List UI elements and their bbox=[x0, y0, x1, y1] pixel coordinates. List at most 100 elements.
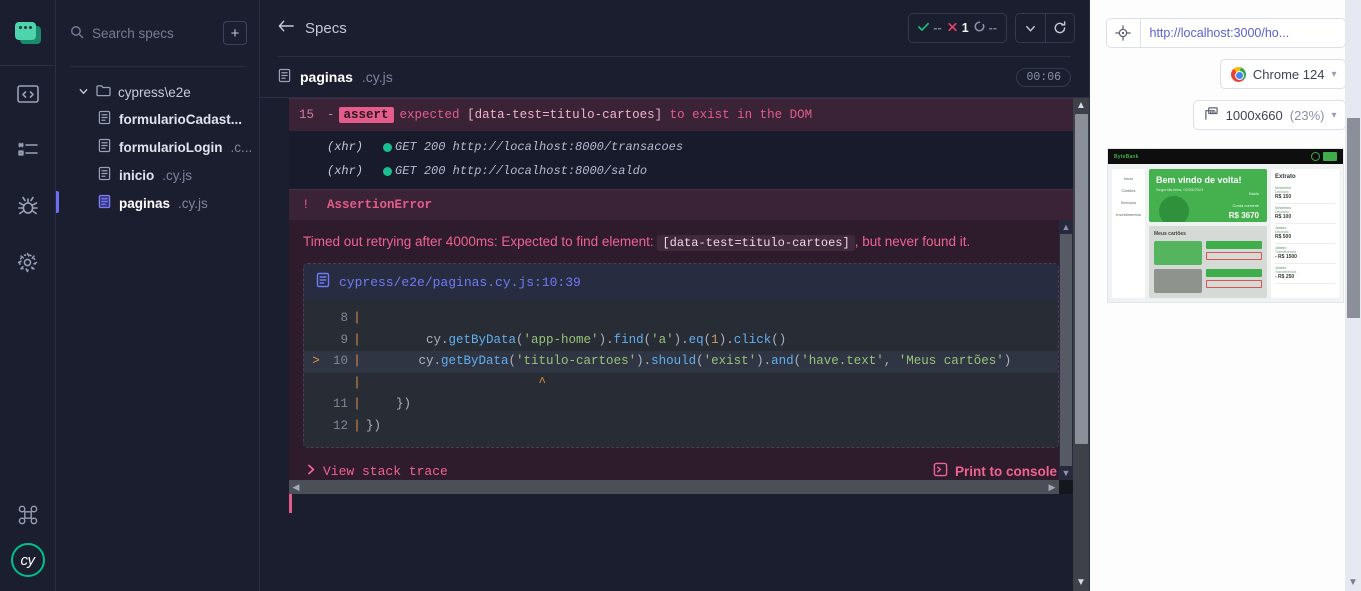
spec-item-ext: .cy.js bbox=[178, 195, 208, 211]
xhr-url: http://localhost:8000/saldo bbox=[452, 164, 648, 178]
preview-vertical-scrollbar[interactable]: ▼ bbox=[1345, 0, 1361, 591]
browser-preview-icon[interactable] bbox=[0, 66, 56, 122]
preview-configure-button[interactable] bbox=[1206, 241, 1262, 249]
scroll-up-arrow-icon[interactable]: ▲ bbox=[1062, 220, 1071, 234]
runner-vertical-scrollbar[interactable]: ▲ ▼ bbox=[1073, 98, 1089, 591]
scroll-down-arrow-icon[interactable]: ▼ bbox=[1076, 575, 1086, 591]
check-icon bbox=[918, 21, 930, 35]
settings-gear-icon[interactable] bbox=[0, 234, 56, 290]
preview-statement-row: Janeiro Transferência - R$ 1500 bbox=[1275, 244, 1335, 264]
scroll-right-arrow-icon[interactable]: ▶ bbox=[1045, 482, 1059, 493]
scroll-down-arrow-icon[interactable]: ▼ bbox=[1062, 466, 1071, 480]
error-panel-vertical-scrollbar[interactable]: ▲ ▼ bbox=[1059, 220, 1073, 481]
app-under-test-preview[interactable]: ByteBank Início Cartões Serviços Investi… bbox=[1107, 148, 1344, 303]
viewport-select-row: 1000x660 (23%) ▾ bbox=[1106, 100, 1346, 130]
search-input[interactable] bbox=[92, 25, 215, 41]
selector-playground-icon[interactable] bbox=[1105, 18, 1140, 48]
spec-item-inicio[interactable]: inicio .cy.js bbox=[56, 161, 259, 189]
code-frame-file-label: cypress/e2e/paginas.cy.js:10:39 bbox=[339, 274, 581, 290]
spec-title-name: paginas bbox=[300, 69, 353, 85]
log-row-xhr[interactable]: (xhr) GET 200 http://localhost:8000/tran… bbox=[289, 135, 1073, 159]
icon-rail: cy bbox=[0, 0, 56, 591]
scrollbar-thumb[interactable] bbox=[1060, 234, 1072, 467]
cypress-logo[interactable] bbox=[0, 0, 55, 66]
error-message-pre: Timed out retrying after 4000ms: Expecte… bbox=[303, 234, 654, 249]
statement-value: R$ 100 bbox=[1275, 214, 1292, 220]
url-text: http://localhost:3000/ho... bbox=[1149, 26, 1290, 40]
x-icon bbox=[947, 21, 958, 35]
restart-icon[interactable] bbox=[1045, 13, 1075, 43]
command-log-inner: 15 - assert expected [data-test=titulo-c… bbox=[260, 98, 1073, 591]
spec-item-formularioLogin[interactable]: formularioLogin .c... bbox=[56, 133, 259, 161]
debug-bug-icon[interactable] bbox=[0, 178, 56, 234]
preview-block-button[interactable] bbox=[1206, 280, 1262, 288]
viewport-selector[interactable]: 1000x660 (23%) ▾ bbox=[1192, 100, 1346, 130]
log-row-xhr[interactable]: (xhr) GET 200 http://localhost:8000/sald… bbox=[289, 159, 1073, 183]
preview-app-body: Início Cartões Serviços Investimentos Be… bbox=[1108, 164, 1343, 302]
stat-pending: -- bbox=[974, 21, 997, 35]
error-message-post: , but never found it. bbox=[854, 234, 971, 249]
code-line-source: }) bbox=[366, 418, 382, 433]
preview-hero-subtitle: Segunda-feira, 02/05/2024 bbox=[1156, 187, 1204, 192]
spec-search-row: + bbox=[56, 0, 259, 66]
url-display[interactable]: http://localhost:3000/ho... bbox=[1139, 18, 1346, 48]
code-frame-file-link[interactable]: cypress/e2e/paginas.cy.js:10:39 bbox=[304, 264, 1058, 301]
runner-header-actions: -- 1 -- bbox=[908, 13, 1075, 43]
xhr-method: GET bbox=[395, 140, 417, 154]
code-line-bar: | bbox=[353, 418, 361, 433]
add-spec-button[interactable]: + bbox=[223, 21, 247, 45]
preview-card-actions bbox=[1206, 241, 1262, 260]
scrollbar-thumb[interactable] bbox=[1346, 118, 1360, 318]
code-line-number: 9 bbox=[340, 332, 348, 347]
runs-icon[interactable] bbox=[0, 122, 56, 178]
preview-avatar bbox=[1311, 152, 1320, 161]
error-detail-panel: Timed out retrying after 4000ms: Expecte… bbox=[289, 220, 1073, 495]
scroll-down-arrow-icon[interactable]: ▼ bbox=[1348, 575, 1358, 591]
cy-avatar[interactable]: cy bbox=[10, 543, 45, 577]
spec-title-ext: .cy.js bbox=[361, 69, 393, 85]
test-stats: -- 1 -- bbox=[908, 13, 1007, 43]
stat-pending-count: -- bbox=[988, 21, 997, 35]
preview-block-button[interactable] bbox=[1206, 252, 1262, 260]
scrollbar-corner bbox=[1059, 480, 1073, 495]
browser-selector[interactable]: Chrome 124 ▾ bbox=[1219, 59, 1346, 89]
preview-card-actions bbox=[1206, 269, 1262, 288]
xhr-url: http://localhost:8000/transacoes bbox=[452, 140, 684, 154]
spec-item-ext: .c... bbox=[230, 139, 253, 155]
stat-failed-count: 1 bbox=[961, 21, 969, 35]
error-type-label: AssertionError bbox=[327, 198, 433, 212]
viewport-label: 1000x660 bbox=[1225, 107, 1283, 123]
spec-folder-row[interactable]: cypress\e2e bbox=[56, 79, 259, 105]
arrow-left-icon bbox=[278, 19, 295, 37]
scroll-up-arrow-icon[interactable]: ▲ bbox=[1076, 98, 1086, 114]
chevron-down-icon[interactable] bbox=[1015, 13, 1045, 43]
preview-balance-value: R$ 3670 bbox=[1228, 211, 1259, 220]
scrollbar-thumb[interactable] bbox=[1074, 114, 1088, 444]
spec-item-formularioCadastro[interactable]: formularioCadast... bbox=[56, 105, 259, 133]
spec-item-paginas[interactable]: paginas .cy.js bbox=[56, 189, 259, 217]
preview-hero-title: Bem vindo de volta! bbox=[1156, 175, 1242, 185]
stat-failed: 1 bbox=[947, 21, 969, 35]
cypress-test-runner: cy + bbox=[0, 0, 1361, 591]
preview-topbar-chip bbox=[1323, 152, 1337, 161]
view-stack-trace-button[interactable]: View stack trace bbox=[307, 464, 448, 479]
preview-app-user-text bbox=[1307, 154, 1308, 159]
search-specs-field[interactable] bbox=[70, 25, 215, 42]
scroll-left-arrow-icon[interactable]: ◀ bbox=[289, 482, 303, 493]
assert-text-before: expected bbox=[399, 108, 460, 122]
error-message-selector: [data-test=titulo-cartoes] bbox=[657, 235, 855, 251]
preview-configure-button[interactable] bbox=[1206, 269, 1262, 277]
error-panel-horizontal-scrollbar[interactable]: ◀ ▶ bbox=[289, 480, 1059, 495]
code-line-source: ^ bbox=[366, 375, 547, 390]
back-to-specs-button[interactable]: Specs bbox=[278, 19, 347, 37]
browser-label: Chrome 124 bbox=[1252, 66, 1325, 82]
file-icon bbox=[98, 166, 111, 184]
preview-hero-illustration bbox=[1159, 196, 1189, 222]
command-key-icon[interactable] bbox=[0, 487, 56, 543]
log-row-error[interactable]: ! AssertionError bbox=[289, 189, 1073, 220]
stat-passed: -- bbox=[918, 21, 942, 35]
preview-app-topbar-actions bbox=[1307, 152, 1337, 161]
log-row-assert[interactable]: 15 - assert expected [data-test=titulo-c… bbox=[289, 98, 1073, 131]
print-to-console-button[interactable]: Print to console bbox=[933, 462, 1057, 480]
back-to-specs-label: Specs bbox=[305, 19, 347, 37]
